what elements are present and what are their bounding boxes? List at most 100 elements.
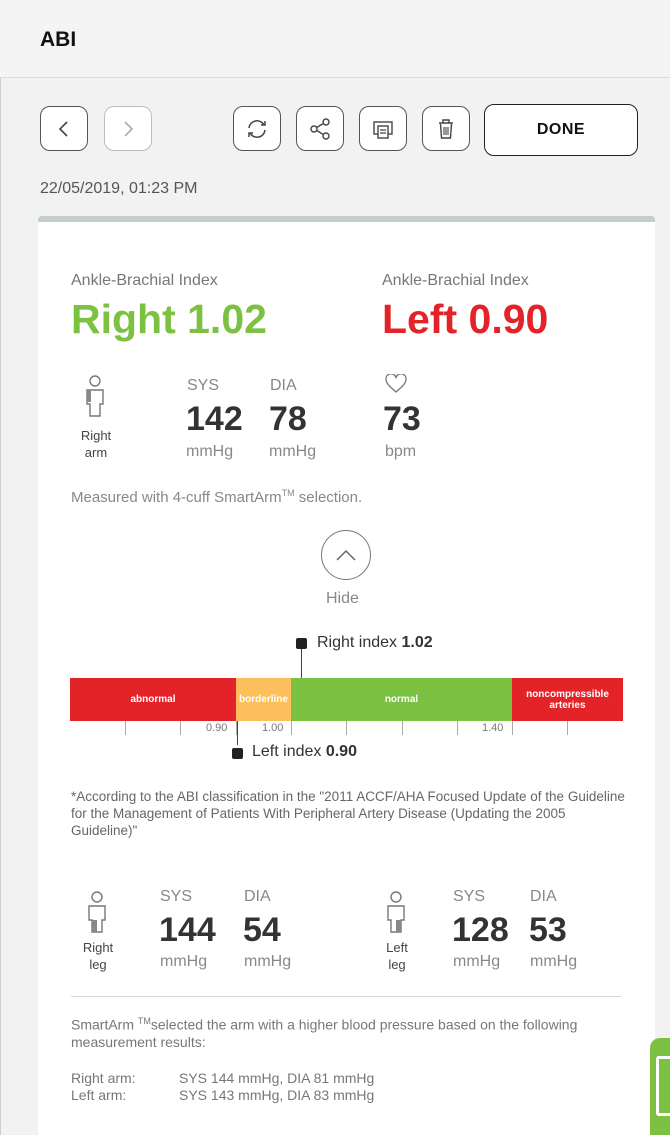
- tick-label-1-00: 1.00: [262, 722, 284, 734]
- trash-icon: [439, 118, 453, 139]
- left-arm-row-value: SYS 143 mmHg, DIA 83 mmHg: [179, 1087, 375, 1103]
- smartarm-prefix: SmartArm: [71, 1016, 138, 1033]
- measured-tm: TM: [281, 488, 295, 498]
- scale-tick: [512, 721, 513, 735]
- scale-tick: [567, 721, 568, 735]
- arm-limb-line1: Right: [80, 428, 112, 443]
- right-index-line: [301, 649, 302, 678]
- share-button[interactable]: [296, 106, 344, 151]
- divider: [71, 996, 621, 997]
- left-arm-row-label: Left arm:: [71, 1087, 127, 1103]
- left-abi-value: Left 0.90: [382, 296, 549, 342]
- scale-tick: [346, 721, 347, 735]
- right-index-value: 1.02: [401, 634, 433, 651]
- arm-limb-label: Right arm: [74, 427, 118, 461]
- next-button[interactable]: [104, 106, 152, 151]
- smartarm-tm: TM: [137, 1016, 151, 1026]
- left-index-prefix: Left index: [252, 743, 326, 760]
- smartarm-note: SmartArm TMselected the arm with a highe…: [71, 1013, 631, 1051]
- right-abi-caption: Ankle-Brachial Index: [71, 272, 218, 289]
- right-index-prefix: Right index: [317, 634, 402, 651]
- hide-label: Hide: [326, 590, 359, 607]
- arm-sys-label: SYS: [187, 377, 220, 394]
- left-leg-line1: Left: [386, 940, 408, 955]
- heart-icon: [385, 374, 407, 393]
- left-leg-dia-unit: mmHg: [530, 953, 578, 970]
- chevron-left-icon: [58, 120, 68, 137]
- record-datetime: 22/05/2019, 01:23 PM: [40, 180, 198, 197]
- right-arm-row-label: Right arm:: [71, 1070, 136, 1086]
- scale-tick: [180, 721, 181, 735]
- left-leg-sys-value: 128: [452, 911, 509, 949]
- person-arm-icon: [86, 375, 104, 417]
- scale-tick: [402, 721, 403, 735]
- scale-segment-noncompressible: noncompressible arteries: [512, 678, 623, 721]
- sync-icon: [248, 119, 266, 138]
- left-index-value: 0.90: [325, 743, 357, 760]
- scale-tick: [291, 721, 292, 735]
- left-leg-sys-unit: mmHg: [453, 953, 501, 970]
- left-leg-dia-value: 53: [529, 911, 567, 949]
- arm-sys-value: 142: [186, 400, 243, 438]
- share-icon: [310, 117, 330, 140]
- done-button[interactable]: DONE: [484, 104, 638, 156]
- window-edge: [0, 0, 1, 1135]
- right-index-marker: [296, 638, 307, 649]
- side-panel-tab[interactable]: [650, 1038, 670, 1135]
- right-leg-sys-value: 144: [159, 911, 216, 949]
- left-leg-limb-label: Left leg: [375, 939, 419, 973]
- previous-button[interactable]: [40, 106, 88, 151]
- result-card: Ankle-Brachial Index Ankle-Brachial Inde…: [38, 216, 655, 1135]
- left-leg-line2: leg: [388, 957, 406, 972]
- side-panel-tab-inner: [656, 1056, 670, 1116]
- tick-label-1-40: 1.40: [482, 722, 504, 734]
- right-leg-dia-unit: mmHg: [244, 953, 292, 970]
- arm-dia-value: 78: [269, 400, 307, 438]
- right-leg-limb-label: Right leg: [76, 939, 120, 973]
- print-button[interactable]: [359, 106, 407, 151]
- abi-footnote: *According to the ABI classification in …: [71, 789, 625, 838]
- measured-note: Measured with 4-cuff SmartArmTM selectio…: [71, 488, 362, 506]
- scale-tick: [125, 721, 126, 735]
- left-index-marker: [232, 748, 243, 759]
- app-bar: ABI: [0, 0, 670, 78]
- scale-tick: [457, 721, 458, 735]
- chevron-up-icon: [336, 549, 356, 561]
- right-leg-sys-unit: mmHg: [160, 953, 208, 970]
- right-leg-dia-label: DIA: [244, 888, 271, 905]
- abi-scale-bar: abnormal borderline normal noncompressib…: [70, 678, 623, 721]
- chevron-right-icon: [124, 120, 134, 137]
- left-abi-caption: Ankle-Brachial Index: [382, 272, 529, 289]
- right-leg-sys-label: SYS: [160, 888, 193, 905]
- sync-button[interactable]: [233, 106, 281, 151]
- print-icon: [373, 120, 393, 139]
- arm-sys-unit: mmHg: [186, 443, 234, 460]
- delete-button[interactable]: [422, 106, 470, 151]
- arm-dia-label: DIA: [270, 377, 297, 394]
- arm-dia-unit: mmHg: [269, 443, 317, 460]
- right-leg-dia-value: 54: [243, 911, 281, 949]
- right-arm-row-value: SYS 144 mmHg, DIA 81 mmHg: [179, 1070, 375, 1086]
- right-leg-line2: leg: [89, 957, 107, 972]
- measured-text: Measured with 4-cuff SmartArm: [71, 489, 282, 506]
- page-title: ABI: [40, 28, 77, 51]
- scale-segment-normal: normal: [291, 678, 512, 721]
- tick-label-0-90: 0.90: [206, 722, 228, 734]
- scale-segment-abnormal: abnormal: [70, 678, 236, 721]
- hide-toggle-button[interactable]: [321, 530, 371, 580]
- left-index-line: [237, 721, 238, 745]
- scale-segment-borderline: borderline: [236, 678, 291, 721]
- pulse-unit: bpm: [385, 443, 417, 460]
- pulse-value: 73: [383, 400, 421, 438]
- left-leg-sys-label: SYS: [453, 888, 486, 905]
- person-leg-icon: [88, 891, 106, 933]
- right-abi-value: Right 1.02: [71, 296, 267, 342]
- arm-limb-line2: arm: [84, 445, 108, 460]
- left-index-text: Left index 0.90: [252, 743, 357, 761]
- person-leg-icon: [387, 891, 405, 933]
- left-leg-dia-label: DIA: [530, 888, 557, 905]
- right-index-text: Right index 1.02: [317, 634, 433, 652]
- scale-ticks: 0.90 1.00 1.40: [70, 721, 623, 741]
- measured-suffix: selection.: [294, 489, 363, 506]
- right-leg-line1: Right: [82, 940, 114, 955]
